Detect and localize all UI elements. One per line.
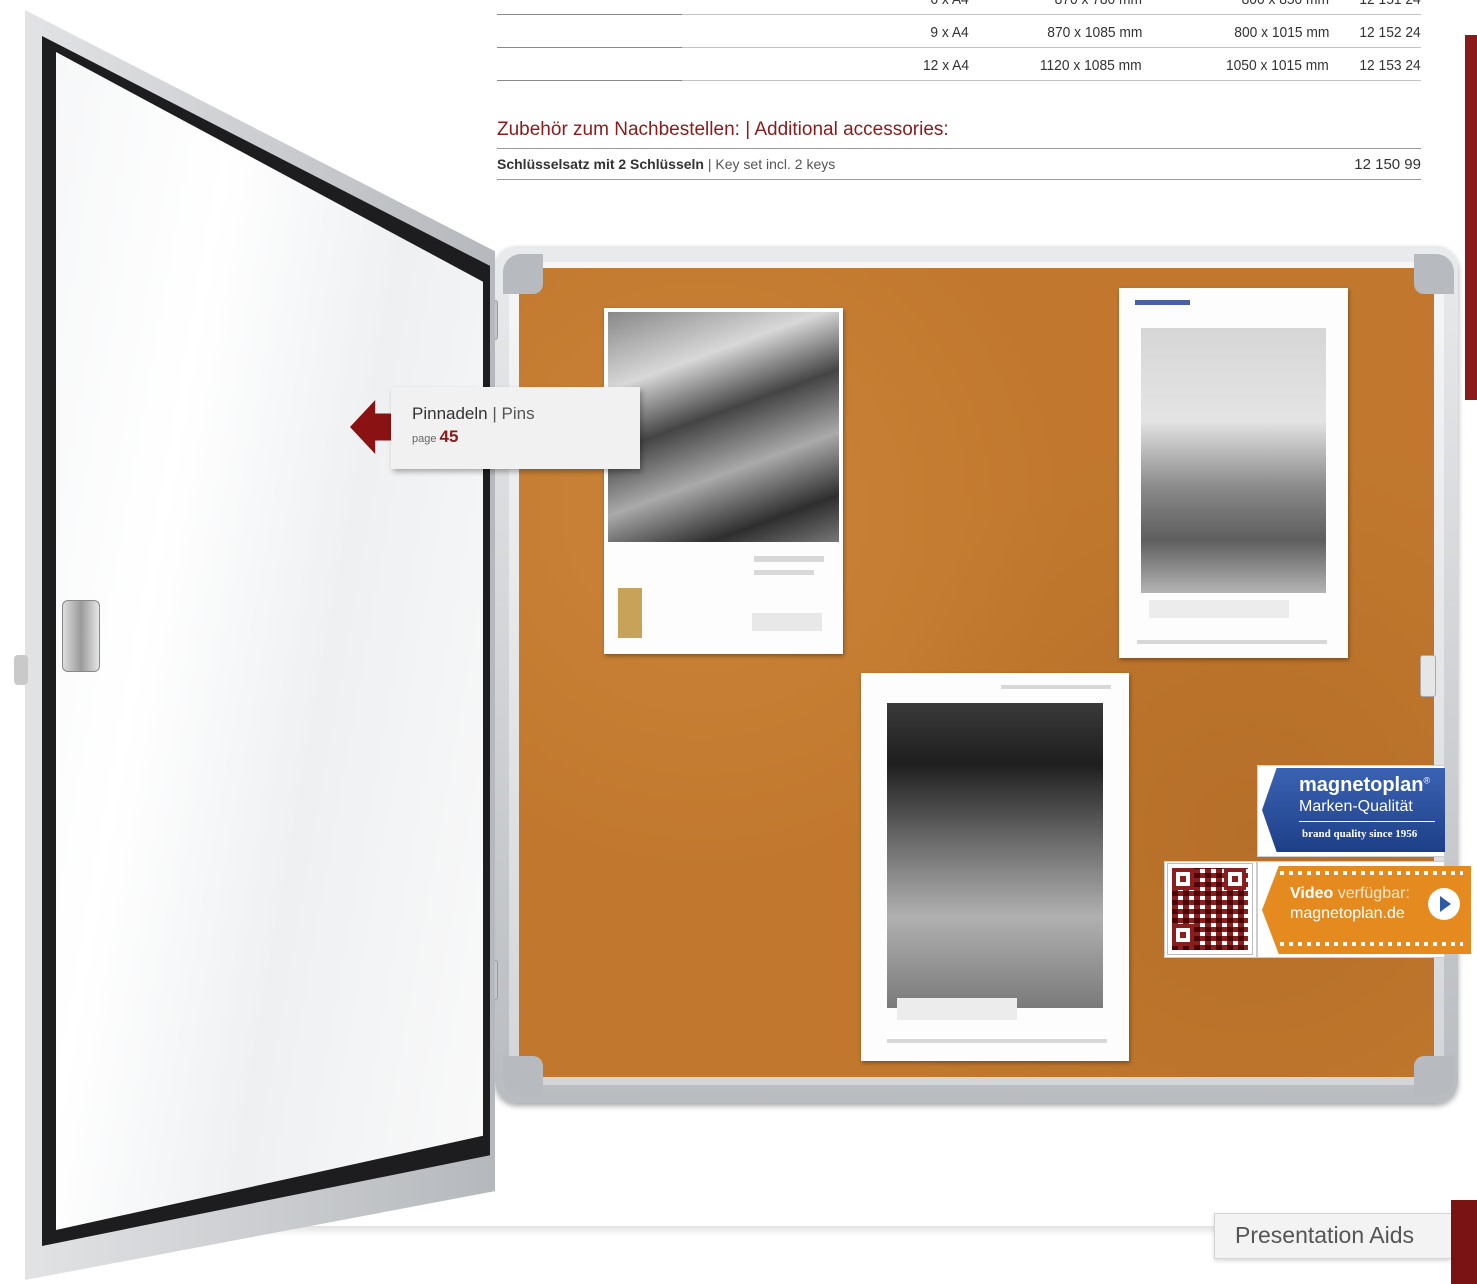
table-row: 6 x A4 870 x 780 mm 800 x 850 mm 12 151 … — [497, 0, 1421, 15]
accessory-separator: | — [707, 156, 712, 172]
lock-icon — [62, 600, 100, 672]
accessory-row: Schlüsselsatz mit 2 Schlüsseln | Key set… — [497, 149, 1421, 180]
badge-rule — [1299, 821, 1435, 822]
qr-finder — [1172, 868, 1194, 890]
poster-photo — [608, 312, 839, 542]
quality-label: Marken-Qualität — [1299, 798, 1413, 815]
accessory-article-number: 12 150 99 — [1354, 156, 1421, 173]
poster-image — [861, 673, 1129, 1061]
inner-size-cell: 800 x 850 mm — [1242, 0, 1329, 8]
accessories-heading: Zubehör zum Nachbestellen: | Additional … — [497, 119, 949, 141]
brand-name: magnetoplan® — [1299, 774, 1430, 797]
play-icon[interactable] — [1428, 888, 1460, 920]
video-site[interactable]: magnetoplan.de — [1290, 905, 1405, 923]
accessories-heading-en: Additional accessories: — [754, 119, 949, 140]
accessories-heading-de: Zubehör zum Nachbestellen: — [497, 119, 740, 140]
brand-quality-badge: magnetoplan® Marken-Qualität brand quali… — [1262, 768, 1445, 852]
row-divider — [682, 80, 1421, 81]
callout-title: Pinnadeln | Pins — [412, 404, 535, 424]
registered-mark: ® — [1423, 775, 1431, 786]
inner-size-cell: 1050 x 1015 mm — [1226, 57, 1329, 74]
poster-image — [1119, 288, 1348, 658]
callout-page-ref: page 45 — [412, 427, 458, 447]
outer-size-cell: 870 x 1085 mm — [1046, 24, 1142, 41]
poster-caption — [897, 998, 1017, 1020]
qr-finder — [1172, 924, 1194, 946]
accessory-label-de: Schlüsselsatz mit 2 Schlüsseln — [497, 156, 704, 172]
accessory-label-en: Key set incl. 2 keys — [715, 156, 836, 172]
page-shadow — [180, 1226, 1257, 1236]
video-label: Video verfügbar: — [1290, 885, 1410, 903]
section-tab-label: Presentation Aids — [1235, 1222, 1415, 1248]
frame-corner — [503, 1056, 543, 1096]
section-edge-marker-bottom — [1451, 1200, 1477, 1284]
available-word: verfügbar: — [1337, 885, 1410, 902]
frame-corner — [1414, 254, 1454, 294]
table-row: 12 x A4 1120 x 1085 mm 1050 x 1015 mm 12… — [497, 48, 1421, 81]
door-handle — [14, 655, 28, 685]
poster-image — [604, 308, 843, 654]
poster-caption — [1149, 600, 1289, 618]
poster-footer-strip — [887, 1039, 1107, 1043]
format-cell: 9 x A4 — [930, 24, 969, 41]
frame-corner — [1414, 1056, 1454, 1096]
format-cell: 6 x A4 — [931, 0, 969, 8]
accessory-label: Schlüsselsatz mit 2 Schlüsseln | Key set… — [497, 156, 835, 172]
poster-logo-strip — [1135, 300, 1190, 305]
callout-title-en: Pins — [501, 404, 535, 423]
since-label: brand quality since 1956 — [1302, 828, 1418, 840]
heading-separator: | — [745, 119, 751, 140]
poster-photo — [887, 703, 1103, 1008]
poster-footer-strip — [1137, 640, 1327, 644]
format-cell: 12 x A4 — [922, 57, 969, 74]
cross-reference-callout[interactable]: Pinnadeln | Pins page 45 — [391, 387, 640, 469]
poster-figure — [618, 588, 642, 638]
poster-logo-strip — [754, 556, 824, 562]
poster-tagline-strip — [754, 570, 814, 575]
video-word: Video — [1290, 885, 1334, 902]
inner-size-cell: 800 x 1015 mm — [1233, 24, 1329, 41]
cabinet-latch — [1420, 655, 1436, 697]
callout-separator: | — [492, 404, 497, 423]
article-number-cell: 12 151 24 — [1360, 0, 1421, 8]
page-number: 45 — [439, 427, 459, 446]
callout-title-de: Pinnadeln — [412, 404, 488, 423]
article-number-cell: 12 153 24 — [1359, 57, 1421, 74]
film-perforation — [1280, 942, 1463, 946]
section-tab: Presentation Aids — [1214, 1213, 1451, 1259]
poster-photo — [1141, 328, 1326, 593]
frame-corner — [503, 254, 543, 294]
spec-table: 6 x A4 870 x 780 mm 800 x 850 mm 12 151 … — [497, 0, 1421, 81]
page-label: page — [412, 433, 437, 445]
outer-size-cell: 870 x 780 mm — [1055, 0, 1142, 8]
video-available-badge[interactable]: Video verfügbar: magnetoplan.de — [1262, 866, 1471, 954]
qr-finder — [1224, 868, 1246, 890]
poster-badge — [752, 613, 822, 631]
article-number-cell: 12 152 24 — [1359, 24, 1421, 41]
section-edge-marker — [1465, 35, 1477, 400]
film-perforation — [1280, 871, 1463, 875]
brand-wordmark: magnetoplan — [1299, 774, 1424, 796]
poster-header-strip — [1001, 685, 1111, 689]
table-row: 9 x A4 870 x 1085 mm 800 x 1015 mm 12 15… — [497, 15, 1421, 48]
outer-size-cell: 1120 x 1085 mm — [1040, 57, 1142, 74]
row-divider — [497, 80, 682, 81]
